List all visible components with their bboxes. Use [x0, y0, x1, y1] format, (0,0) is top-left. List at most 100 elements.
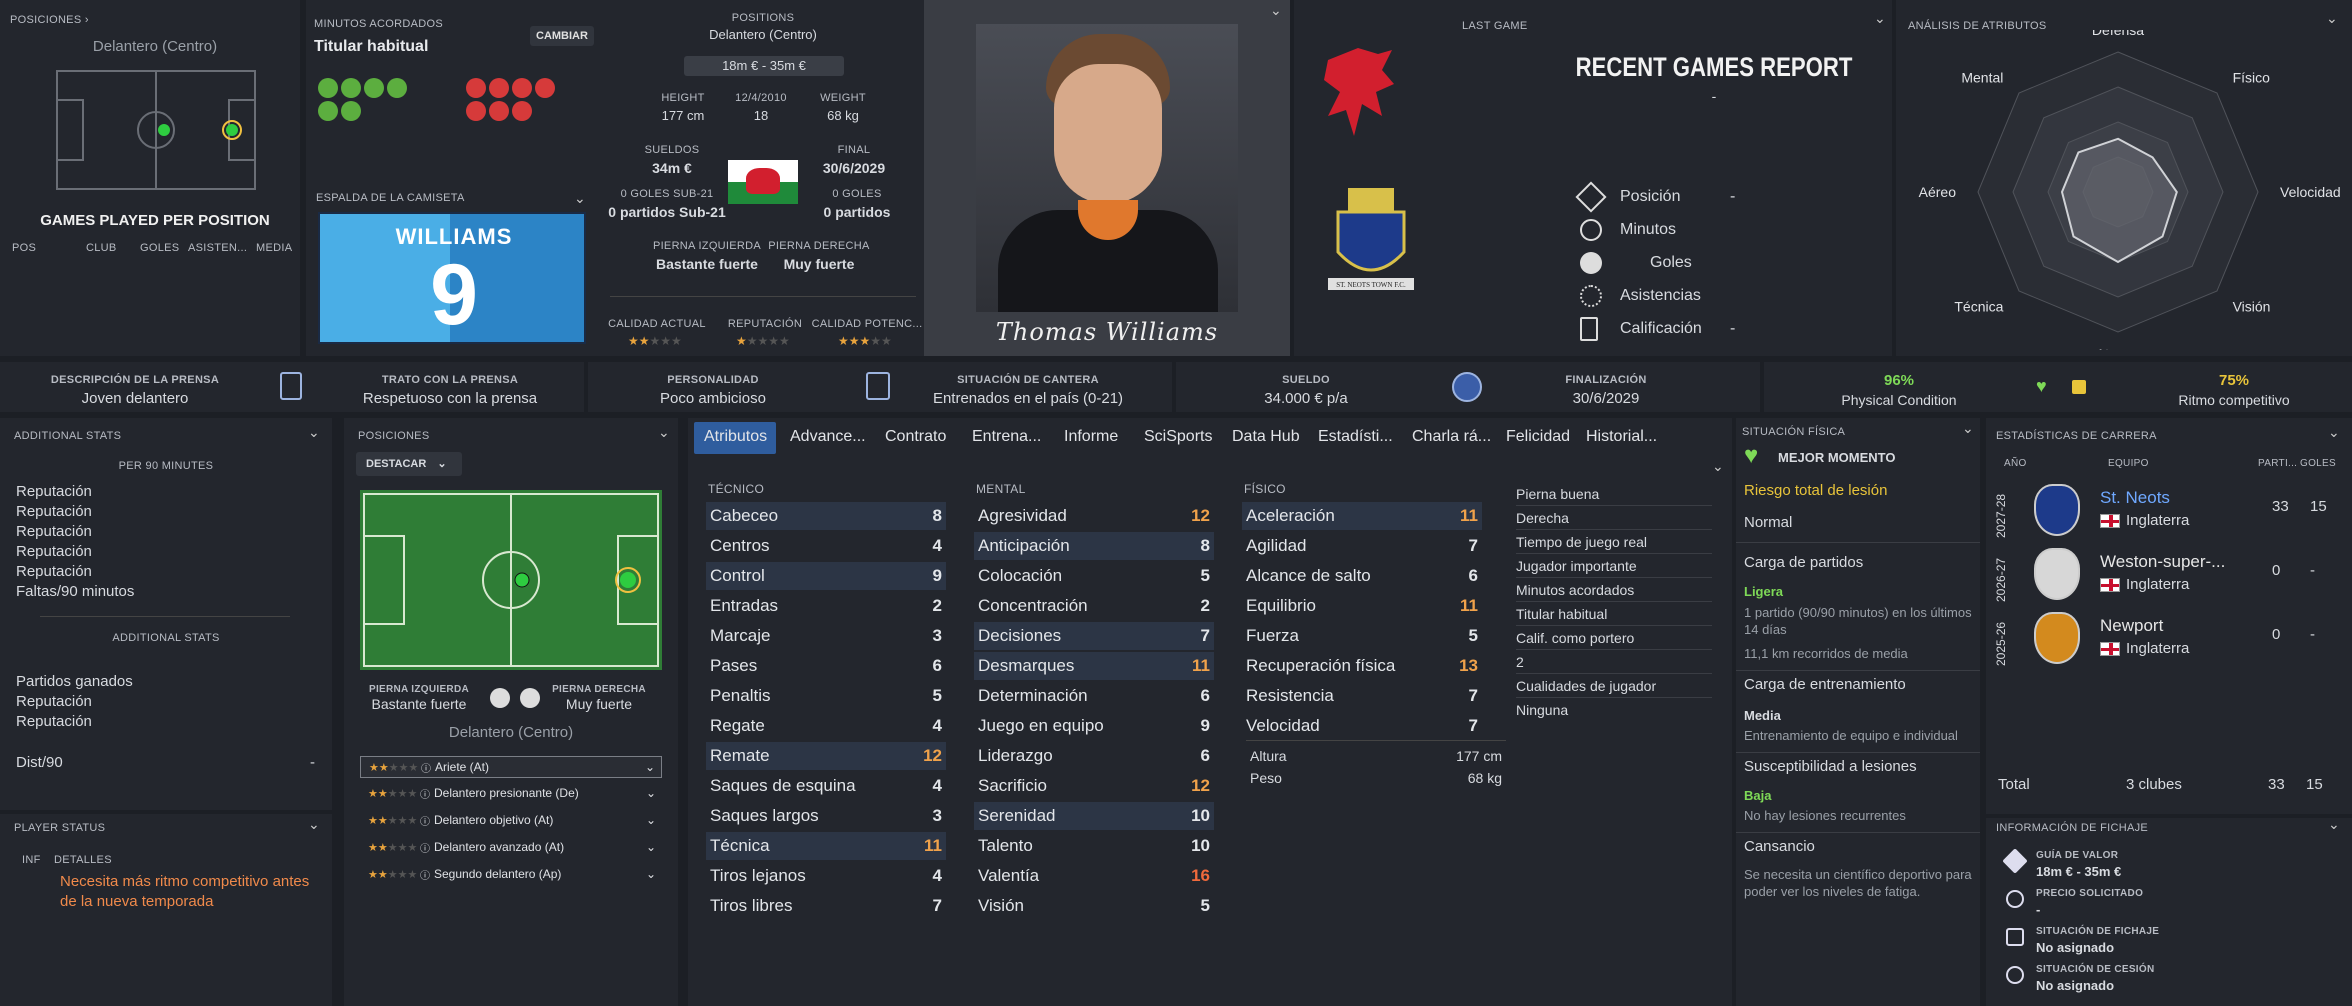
pers-value: Poco ambicioso	[660, 390, 766, 407]
trait-icon[interactable]	[341, 101, 361, 121]
role-row[interactable]: ★★★★★ ⓘ Delantero presionante (De) ⌄	[360, 782, 662, 804]
load-title: Carga de partidos	[1744, 554, 1864, 571]
trait-icon[interactable]	[512, 101, 532, 121]
tab-report[interactable]: Informe	[1064, 428, 1118, 446]
height-attr-label: Altura	[1250, 748, 1287, 764]
attribute-row[interactable]: Equilibrio 11	[1242, 592, 1482, 620]
career-row[interactable]: 2025-26 Newport Inglaterra 0 -	[1994, 608, 2334, 668]
attribute-row[interactable]: Determinación 6	[974, 682, 1214, 710]
role-row[interactable]: ★★★★★ ⓘ Delantero avanzado (At) ⌄	[360, 836, 662, 858]
attribute-row[interactable]: Juego en equipo 9	[974, 712, 1214, 740]
trait-icon[interactable]	[489, 78, 509, 98]
attribute-row[interactable]: Aceleración 11	[1242, 502, 1482, 530]
attribute-row[interactable]: Desmarques 11	[974, 652, 1214, 680]
attribute-row[interactable]: Liderazgo 6	[974, 742, 1214, 770]
trait-icon[interactable]	[466, 78, 486, 98]
trait-icon[interactable]	[387, 78, 407, 98]
attribute-row[interactable]: Talento 10	[974, 832, 1214, 860]
status-text: Necesita más ritmo competitivo antes de …	[60, 873, 310, 910]
tab-advanced[interactable]: Advance...	[790, 428, 866, 446]
career-club[interactable]: Weston-super-...	[2100, 552, 2225, 572]
trait-icon[interactable]	[466, 101, 486, 121]
positions-detail-panel: POSICIONES ⌄ DESTACAR ⌄ PIERNA IZQUIERDA…	[344, 418, 678, 1006]
ball-icon	[1580, 251, 1602, 274]
trait-icon[interactable]	[341, 78, 361, 98]
attribute-row[interactable]: Visión 5	[974, 892, 1214, 920]
career-row[interactable]: 2027-28 St. Neots Inglaterra 33 15	[1994, 480, 2334, 540]
attribute-row[interactable]: Alcance de salto 6	[1242, 562, 1482, 590]
attribute-row[interactable]: Concentración 2	[974, 592, 1214, 620]
change-button[interactable]: CAMBIAR	[530, 26, 594, 46]
role-row[interactable]: ★★★★★ ⓘ Segundo delantero (Ap) ⌄	[360, 863, 662, 885]
attribute-row[interactable]: Entradas 2	[706, 592, 946, 620]
chevron-down-icon[interactable]: ⌄	[1874, 10, 1886, 27]
highlight-dropdown[interactable]: DESTACAR ⌄	[356, 452, 462, 476]
attribute-row[interactable]: Pases 6	[706, 652, 946, 680]
attribute-row[interactable]: Técnica 11	[706, 832, 946, 860]
tab-stats[interactable]: Estadísti...	[1318, 428, 1393, 446]
career-goals: -	[2310, 562, 2315, 579]
tab-attributes[interactable]: Atributos	[704, 428, 767, 446]
chevron-down-icon[interactable]: ⌄	[1962, 420, 1974, 437]
attribute-row[interactable]: Centros 4	[706, 532, 946, 560]
id-card-icon	[280, 372, 302, 400]
tab-contract[interactable]: Contrato	[885, 428, 946, 446]
tab-team-talk[interactable]: Charla rá...	[1412, 428, 1491, 446]
attribute-row[interactable]: Decisiones 7	[974, 622, 1214, 650]
misc-label: Tiempo de juego real	[1516, 530, 1712, 554]
attribute-row[interactable]: Fuerza 5	[1242, 622, 1482, 650]
chevron-down-icon[interactable]: ⌄	[308, 816, 320, 833]
trait-icon[interactable]	[512, 78, 532, 98]
attribute-row[interactable]: Colocación 5	[974, 562, 1214, 590]
trait-icon[interactable]	[489, 101, 509, 121]
chevron-down-icon[interactable]: ⌄	[658, 424, 670, 441]
chevron-down-icon[interactable]: ⌄	[2328, 816, 2340, 833]
attribute-row[interactable]: Agilidad 7	[1242, 532, 1482, 560]
chevron-down-icon[interactable]: ⌄	[1270, 2, 1282, 19]
attribute-row[interactable]: Penaltis 5	[706, 682, 946, 710]
tab-history[interactable]: Historial...	[1586, 428, 1657, 446]
tab-data-hub[interactable]: Data Hub	[1232, 428, 1300, 446]
chevron-down-icon[interactable]: ⌄	[2328, 424, 2340, 441]
chevron-down-icon[interactable]: ⌄	[1712, 458, 1724, 475]
trait-icon[interactable]	[318, 101, 338, 121]
attribute-row[interactable]: Regate 4	[706, 712, 946, 740]
career-row[interactable]: 2026-27 Weston-super-... Inglaterra 0 -	[1994, 544, 2334, 604]
attribute-row[interactable]: Anticipación 8	[974, 532, 1214, 560]
attribute-row[interactable]: Tiros lejanos 4	[706, 862, 946, 890]
attribute-row[interactable]: Remate 12	[706, 742, 946, 770]
attribute-row[interactable]: Tiros libres 7	[706, 892, 946, 920]
recent-games-title: RECENT GAMES REPORT	[1575, 52, 1853, 82]
attribute-row[interactable]: Recuperación física 13	[1242, 652, 1482, 680]
career-club[interactable]: Newport	[2100, 616, 2163, 636]
tab-happiness[interactable]: Felicidad	[1506, 428, 1570, 446]
attribute-row[interactable]: Cabeceo 8	[706, 502, 946, 530]
tab-scisports[interactable]: SciSports	[1144, 428, 1212, 446]
career-club[interactable]: St. Neots	[2100, 488, 2170, 508]
role-row[interactable]: ★★★★★ ⓘ Delantero objetivo (At) ⌄	[360, 809, 662, 831]
career-apps: 0	[2272, 626, 2281, 643]
attribute-row[interactable]: Saques de esquina 4	[706, 772, 946, 800]
attribute-row[interactable]: Valentía 16	[974, 862, 1214, 890]
trait-icon[interactable]	[318, 78, 338, 98]
player-status-panel: PLAYER STATUS ⌄ INF DETALLES Necesita má…	[0, 814, 332, 1006]
attribute-row[interactable]: Control 9	[706, 562, 946, 590]
attribute-row[interactable]: Serenidad 10	[974, 802, 1214, 830]
chevron-down-icon[interactable]: ⌄	[574, 190, 586, 207]
attribute-name: Liderazgo	[978, 746, 1053, 765]
positions-header[interactable]: POSICIONES ›	[10, 14, 89, 26]
chevron-down-icon[interactable]: ⌄	[308, 424, 320, 441]
role-row[interactable]: ★★★★★ ⓘ Ariete (At) ⌄	[360, 756, 662, 778]
attribute-row[interactable]: Marcaje 3	[706, 622, 946, 650]
tab-training[interactable]: Entrena...	[972, 428, 1041, 446]
attribute-row[interactable]: Saques largos 3	[706, 802, 946, 830]
chevron-down-icon[interactable]: ⌄	[2326, 10, 2338, 27]
trait-icon[interactable]	[535, 78, 555, 98]
inj-level: Baja	[1744, 788, 1772, 803]
attribute-row[interactable]: Resistencia 7	[1242, 682, 1482, 710]
fatigue-title: Cansancio	[1744, 838, 1815, 855]
attribute-row[interactable]: Agresividad 12	[974, 502, 1214, 530]
attribute-row[interactable]: Velocidad 7	[1242, 712, 1482, 740]
attribute-row[interactable]: Sacrificio 12	[974, 772, 1214, 800]
trait-icon[interactable]	[364, 78, 384, 98]
